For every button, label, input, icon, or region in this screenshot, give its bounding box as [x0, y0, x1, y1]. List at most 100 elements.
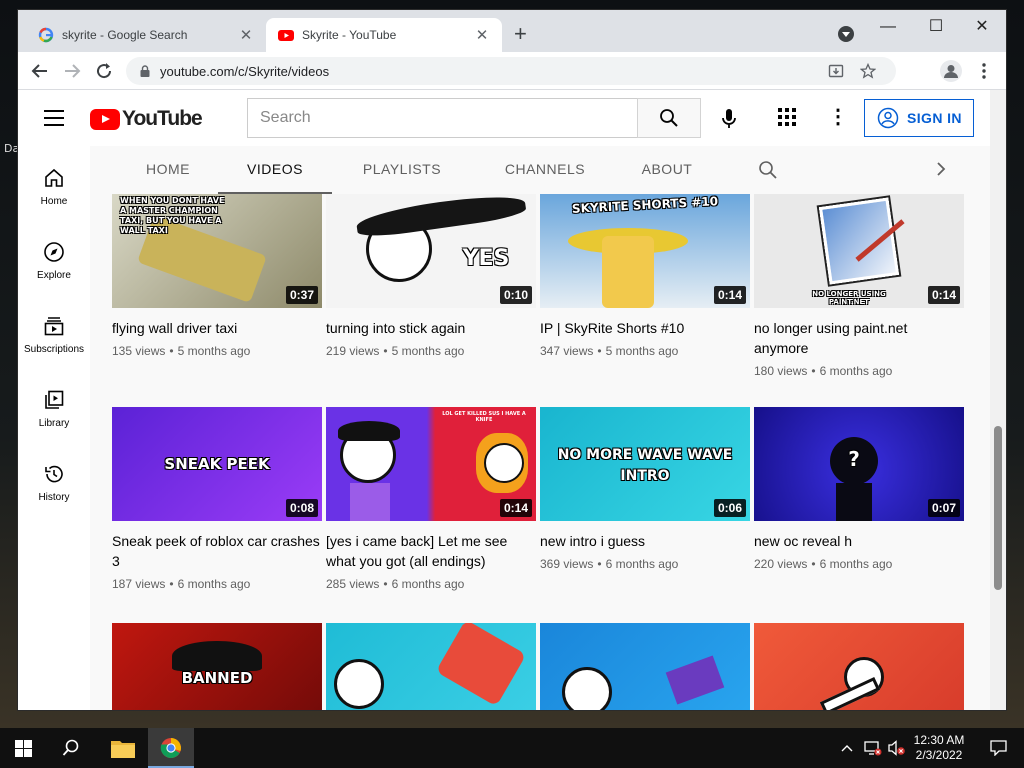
video-thumbnail[interactable] [540, 623, 750, 710]
thumbnail-caption: NO LONGER USING PAINT.NET [812, 290, 886, 306]
tab-search-dropdown-icon[interactable] [838, 26, 854, 42]
sign-in-button[interactable]: SIGN IN [864, 99, 974, 137]
browser-toolbar: youtube.com/c/Skyrite/videos [18, 52, 1006, 90]
video-duration: 0:14 [927, 286, 960, 304]
video-thumbnail[interactable]: WHEN YOU DONT HAVE A MASTER CHAMPION TAX… [112, 194, 322, 308]
chevron-right-icon[interactable] [932, 160, 950, 183]
video-thumbnail[interactable]: SNEAK PEEK 0:08 [112, 407, 322, 521]
guide-item-history[interactable]: History [18, 446, 90, 516]
video-card[interactable]: WHEN YOU DONT HAVE A MASTER CHAMPION TAX… [112, 194, 322, 358]
scrollbar-thumb[interactable] [994, 426, 1002, 590]
close-window-button[interactable]: ✕ [967, 16, 997, 40]
video-card[interactable]: BANNED [112, 623, 322, 710]
video-thumbnail[interactable]: LOL GET KILLED SUS I HAVE A KNIFE 0:14 [326, 407, 536, 521]
tab-google-search[interactable]: skyrite - Google Search ✕ [26, 18, 266, 52]
search-field[interactable] [247, 98, 638, 138]
video-card[interactable]: ? 0:07 new oc reveal h 220 views • 6 month… [754, 407, 964, 571]
microphone-icon [722, 109, 736, 128]
bookmark-star-icon[interactable] [860, 63, 876, 79]
profile-avatar-icon[interactable] [940, 60, 962, 82]
view-count: 219 views [326, 344, 380, 358]
tab-channels[interactable]: CHANNELS [490, 146, 600, 194]
video-card[interactable]: SNEAK PEEK 0:08 Sneak peek of roblox car… [112, 407, 322, 591]
forward-arrow-icon[interactable] [60, 59, 84, 83]
video-thumbnail[interactable] [326, 623, 536, 710]
video-duration: 0:06 [713, 499, 746, 517]
video-card[interactable]: NO MORE WAVE WAVE INTRO 0:06 new intro i… [540, 407, 750, 571]
voice-search-button[interactable] [713, 103, 745, 135]
video-card[interactable]: LOL GET KILLED SUS I HAVE A KNIFE 0:14 [… [326, 407, 536, 591]
guide-label: History [38, 492, 70, 503]
video-title[interactable]: Sneak peek of roblox car crashes 3 [112, 531, 322, 571]
search-taskbar-button[interactable] [48, 728, 94, 768]
account-circle-icon [877, 107, 899, 129]
channel-search-icon[interactable] [758, 160, 778, 180]
video-title[interactable]: new intro i guess [540, 531, 750, 551]
clock[interactable]: 12:30 AM 2/3/2022 [906, 728, 972, 768]
search-button[interactable] [637, 98, 701, 138]
video-card[interactable]: YES 0:10 turning into stick again 219 vi… [326, 194, 536, 358]
desktop-icon-label[interactable]: Da [4, 142, 19, 155]
video-card[interactable]: SKYRITE SHORTS #10 0:14 IP | SkyRite Sho… [540, 194, 750, 358]
video-title[interactable]: flying wall driver taxi [112, 318, 322, 338]
start-button[interactable] [0, 728, 46, 768]
guide-item-home[interactable]: Home [18, 150, 90, 220]
thumbnail-art [355, 194, 527, 240]
guide-item-subscriptions[interactable]: Subscriptions [18, 298, 90, 368]
tab-playlists[interactable]: PLAYLISTS [352, 146, 452, 194]
action-center-button[interactable] [976, 728, 1020, 768]
video-thumbnail[interactable]: SKYRITE SHORTS #10 0:14 [540, 194, 750, 308]
view-count: 369 views [540, 557, 594, 571]
video-title[interactable]: turning into stick again [326, 318, 536, 338]
video-title[interactable]: new oc reveal h [754, 531, 964, 551]
network-tray-button[interactable] [862, 728, 882, 768]
guide-label: Home [40, 196, 68, 207]
tab-youtube[interactable]: Skyrite - YouTube ✕ [266, 18, 502, 52]
video-card[interactable] [540, 623, 750, 710]
close-icon[interactable]: ✕ [474, 26, 490, 44]
back-arrow-icon[interactable] [28, 59, 52, 83]
video-card[interactable]: NO LONGER USING PAINT.NET 0:14 no longer… [754, 194, 964, 378]
page-scrollbar[interactable] [990, 90, 1006, 710]
thumbnail-art [350, 483, 390, 521]
video-title[interactable]: [yes i came back] Let me see what you go… [326, 531, 536, 571]
new-tab-button[interactable]: + [514, 23, 527, 45]
youtube-logo[interactable]: YouTube [90, 107, 203, 131]
video-card[interactable] [326, 623, 536, 710]
guide-item-library[interactable]: Library [18, 372, 90, 442]
browser-menu-icon[interactable] [972, 59, 996, 83]
search-input[interactable] [248, 99, 637, 137]
minimize-button[interactable]: — [873, 16, 903, 40]
tab-about[interactable]: ABOUT [630, 146, 704, 194]
google-g-icon [38, 27, 54, 43]
thumbnail-caption: WHEN YOU DONT HAVE A MASTER CHAMPION TAX… [120, 196, 225, 235]
hamburger-menu-icon[interactable] [44, 110, 64, 126]
search-icon [62, 739, 79, 756]
video-card[interactable] [754, 623, 964, 710]
close-icon[interactable]: ✕ [238, 26, 254, 44]
install-app-icon[interactable] [828, 63, 844, 79]
tab-videos[interactable]: VIDEOS [218, 146, 332, 194]
guide-item-explore[interactable]: Explore [18, 224, 90, 294]
volume-tray-button[interactable] [886, 728, 906, 768]
show-hidden-icons-button[interactable] [838, 728, 856, 768]
tab-home[interactable]: HOME [126, 146, 210, 194]
reload-icon[interactable] [92, 59, 116, 83]
video-thumbnail[interactable] [754, 623, 964, 710]
video-thumbnail[interactable]: YES 0:10 [326, 194, 536, 308]
video-title[interactable]: no longer using paint.net anymore [754, 318, 964, 358]
maximize-button[interactable]: ☐ [921, 16, 951, 40]
address-bar[interactable]: youtube.com/c/Skyrite/videos [126, 57, 896, 85]
video-title[interactable]: IP | SkyRite Shorts #10 [540, 318, 750, 338]
video-thumbnail[interactable]: NO MORE WAVE WAVE INTRO 0:06 [540, 407, 750, 521]
file-explorer-button[interactable] [100, 728, 146, 768]
notifications-icon [990, 740, 1007, 756]
settings-more-icon[interactable]: ⋮ [828, 106, 848, 130]
video-thumbnail[interactable]: ? 0:07 [754, 407, 964, 521]
view-count: 187 views [112, 577, 166, 591]
video-thumbnail[interactable]: BANNED [112, 623, 322, 710]
chrome-taskbar-button[interactable] [148, 728, 194, 768]
youtube-apps-icon[interactable] [778, 108, 798, 128]
subscriptions-icon [44, 317, 64, 336]
video-thumbnail[interactable]: NO LONGER USING PAINT.NET 0:14 [754, 194, 964, 308]
